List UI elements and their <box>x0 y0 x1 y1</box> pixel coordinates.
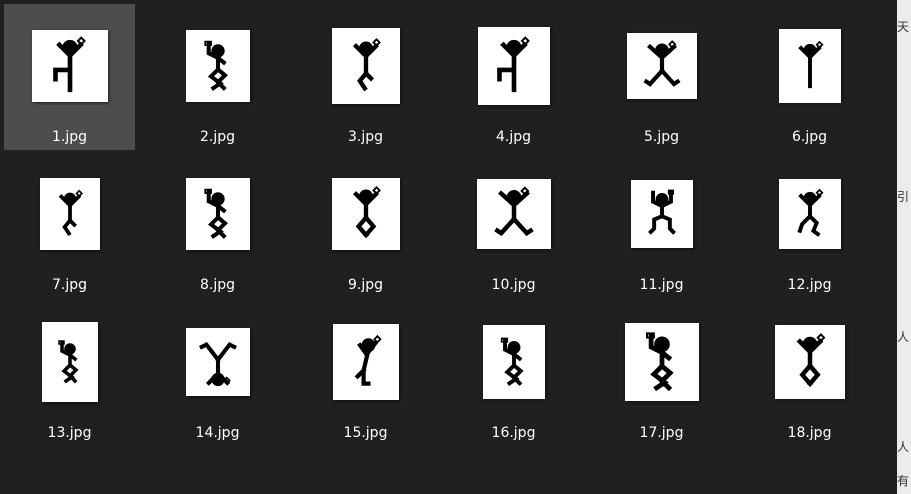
thumbnail-area <box>152 160 283 268</box>
file-name-label: 7.jpg <box>51 277 88 293</box>
file-item[interactable]: 18.jpg <box>744 300 875 446</box>
image-thumbnail <box>774 325 845 399</box>
image-thumbnail <box>477 27 550 105</box>
thumbnail-area <box>744 12 875 120</box>
file-name-label: 16.jpg <box>491 425 536 441</box>
stick-figure-icon <box>796 188 824 237</box>
file-item[interactable]: 6.jpg <box>744 4 875 150</box>
file-item[interactable]: 1.jpg <box>4 4 135 150</box>
stick-figure-icon <box>352 186 381 239</box>
file-item[interactable]: 12.jpg <box>744 152 875 298</box>
file-name-label: 15.jpg <box>343 425 388 441</box>
file-name-label: 17.jpg <box>639 425 684 441</box>
image-thumbnail <box>630 180 693 248</box>
thumbnail-area <box>300 12 431 120</box>
file-item[interactable]: 15.jpg <box>300 300 431 446</box>
thumbnail-area <box>596 160 727 268</box>
thumbnail-area <box>4 308 135 416</box>
image-thumbnail <box>185 178 250 250</box>
stick-figure-icon <box>642 40 681 87</box>
adjacent-window-edge: 天引人人有 <box>897 0 911 494</box>
edge-text-fragment: 有 <box>897 474 910 488</box>
thumbnail-area <box>4 12 135 120</box>
thumbnail-area <box>300 308 431 416</box>
image-thumbnail <box>41 322 98 402</box>
file-name-label: 8.jpg <box>199 277 236 293</box>
thumbnail-grid: 1.jpg 2.jpg 3.jpg 4.jpg 5.jpg 6.jpg 7.jpg 8.jpg… <box>0 0 892 448</box>
image-thumbnail <box>778 179 841 249</box>
file-name-label: 6.jpg <box>791 129 828 145</box>
thumbnail-area <box>596 308 727 416</box>
file-item[interactable]: 5.jpg <box>596 4 727 150</box>
file-item[interactable]: 4.jpg <box>448 4 579 150</box>
thumbnail-area <box>744 160 875 268</box>
stick-figure-icon <box>647 189 676 235</box>
file-item[interactable]: 17.jpg <box>596 300 727 446</box>
image-thumbnail <box>624 323 699 401</box>
image-thumbnail <box>331 178 400 250</box>
stick-figure-icon <box>198 342 237 387</box>
file-view-pane: 1.jpg 2.jpg 3.jpg 4.jpg 5.jpg 6.jpg 7.jpg 8.jpg… <box>0 0 897 494</box>
thumbnail-area <box>4 160 135 268</box>
file-name-label: 2.jpg <box>199 129 236 145</box>
file-item[interactable]: 7.jpg <box>4 152 135 298</box>
stick-figure-icon <box>493 186 534 237</box>
thumbnail-area <box>596 12 727 120</box>
file-name-label: 4.jpg <box>495 129 532 145</box>
stick-figure-icon <box>58 189 83 237</box>
stick-figure-icon <box>52 36 86 93</box>
stick-figure-icon <box>645 332 674 392</box>
file-name-label: 12.jpg <box>787 277 832 293</box>
image-thumbnail <box>332 324 399 400</box>
image-thumbnail <box>778 29 841 103</box>
edge-text-fragment: 引 <box>897 190 910 204</box>
stick-figure-icon <box>496 36 530 93</box>
stick-figure-icon <box>354 334 382 386</box>
thumbnail-area <box>448 160 579 268</box>
file-name-label: 3.jpg <box>347 129 384 145</box>
image-thumbnail <box>185 30 250 102</box>
image-thumbnail <box>331 28 400 104</box>
thumbnail-area <box>152 308 283 416</box>
file-item[interactable]: 9.jpg <box>300 152 431 298</box>
file-name-label: 10.jpg <box>491 277 536 293</box>
file-name-label: 18.jpg <box>787 425 832 441</box>
image-thumbnail <box>39 178 100 250</box>
edge-text-fragment: 天 <box>897 20 910 34</box>
edge-text-fragment: 人 <box>897 440 910 454</box>
image-thumbnail <box>185 328 250 396</box>
thumbnail-area <box>744 308 875 416</box>
image-thumbnail <box>482 325 545 399</box>
edge-text-fragment: 人 <box>897 330 910 344</box>
file-item[interactable]: 3.jpg <box>300 4 431 150</box>
thumbnail-area <box>300 160 431 268</box>
file-name-label: 14.jpg <box>195 425 240 441</box>
thumbnail-area <box>152 12 283 120</box>
file-name-label: 11.jpg <box>639 277 684 293</box>
image-thumbnail <box>476 179 551 249</box>
file-item[interactable]: 13.jpg <box>4 300 135 446</box>
stick-figure-icon <box>500 337 524 387</box>
file-name-label: 13.jpg <box>47 425 92 441</box>
stick-figure-icon <box>57 340 79 384</box>
file-item[interactable]: 14.jpg <box>152 300 283 446</box>
file-item[interactable]: 11.jpg <box>596 152 727 298</box>
file-name-label: 9.jpg <box>347 277 384 293</box>
file-item[interactable]: 16.jpg <box>448 300 579 446</box>
stick-figure-icon <box>352 38 381 92</box>
thumbnail-area <box>448 308 579 416</box>
file-item[interactable]: 2.jpg <box>152 4 283 150</box>
file-name-label: 1.jpg <box>51 129 88 145</box>
image-thumbnail <box>626 33 697 99</box>
file-item[interactable]: 10.jpg <box>448 152 579 298</box>
stick-figure-icon <box>203 188 228 239</box>
stick-figure-icon <box>796 333 825 387</box>
file-item[interactable]: 8.jpg <box>152 152 283 298</box>
stick-figure-icon <box>797 40 824 89</box>
stick-figure-icon <box>203 40 228 91</box>
image-thumbnail <box>31 30 108 102</box>
file-name-label: 5.jpg <box>643 129 680 145</box>
thumbnail-area <box>448 12 579 120</box>
